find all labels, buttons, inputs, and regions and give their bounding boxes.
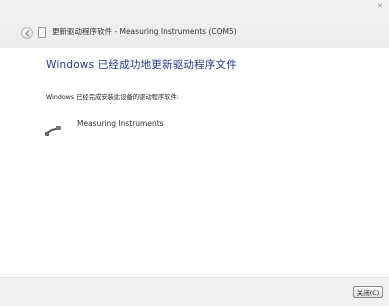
page-heading: Windows 已经成功地更新驱动程序文件 bbox=[46, 59, 237, 71]
window-close-icon[interactable]: × bbox=[374, 2, 386, 10]
device-name: Measuring Instruments bbox=[77, 119, 164, 128]
document-icon bbox=[38, 27, 46, 38]
title-bar: × 更新驱动程序软件 - Measuring Instruments (COM5… bbox=[0, 0, 389, 48]
close-button[interactable]: 关闭(C) bbox=[353, 286, 383, 298]
back-arrow-icon bbox=[25, 30, 30, 37]
driver-update-window: × 更新驱动程序软件 - Measuring Instruments (COM5… bbox=[0, 0, 389, 306]
back-button[interactable] bbox=[21, 27, 33, 39]
usb-cable-icon bbox=[44, 126, 61, 136]
window-title: 更新驱动程序软件 - Measuring Instruments (COM5) bbox=[52, 27, 237, 36]
footer-bar: 关闭(C) bbox=[0, 277, 389, 306]
status-text: Windows 已经完成安装此设备的驱动程序软件: bbox=[46, 94, 179, 101]
